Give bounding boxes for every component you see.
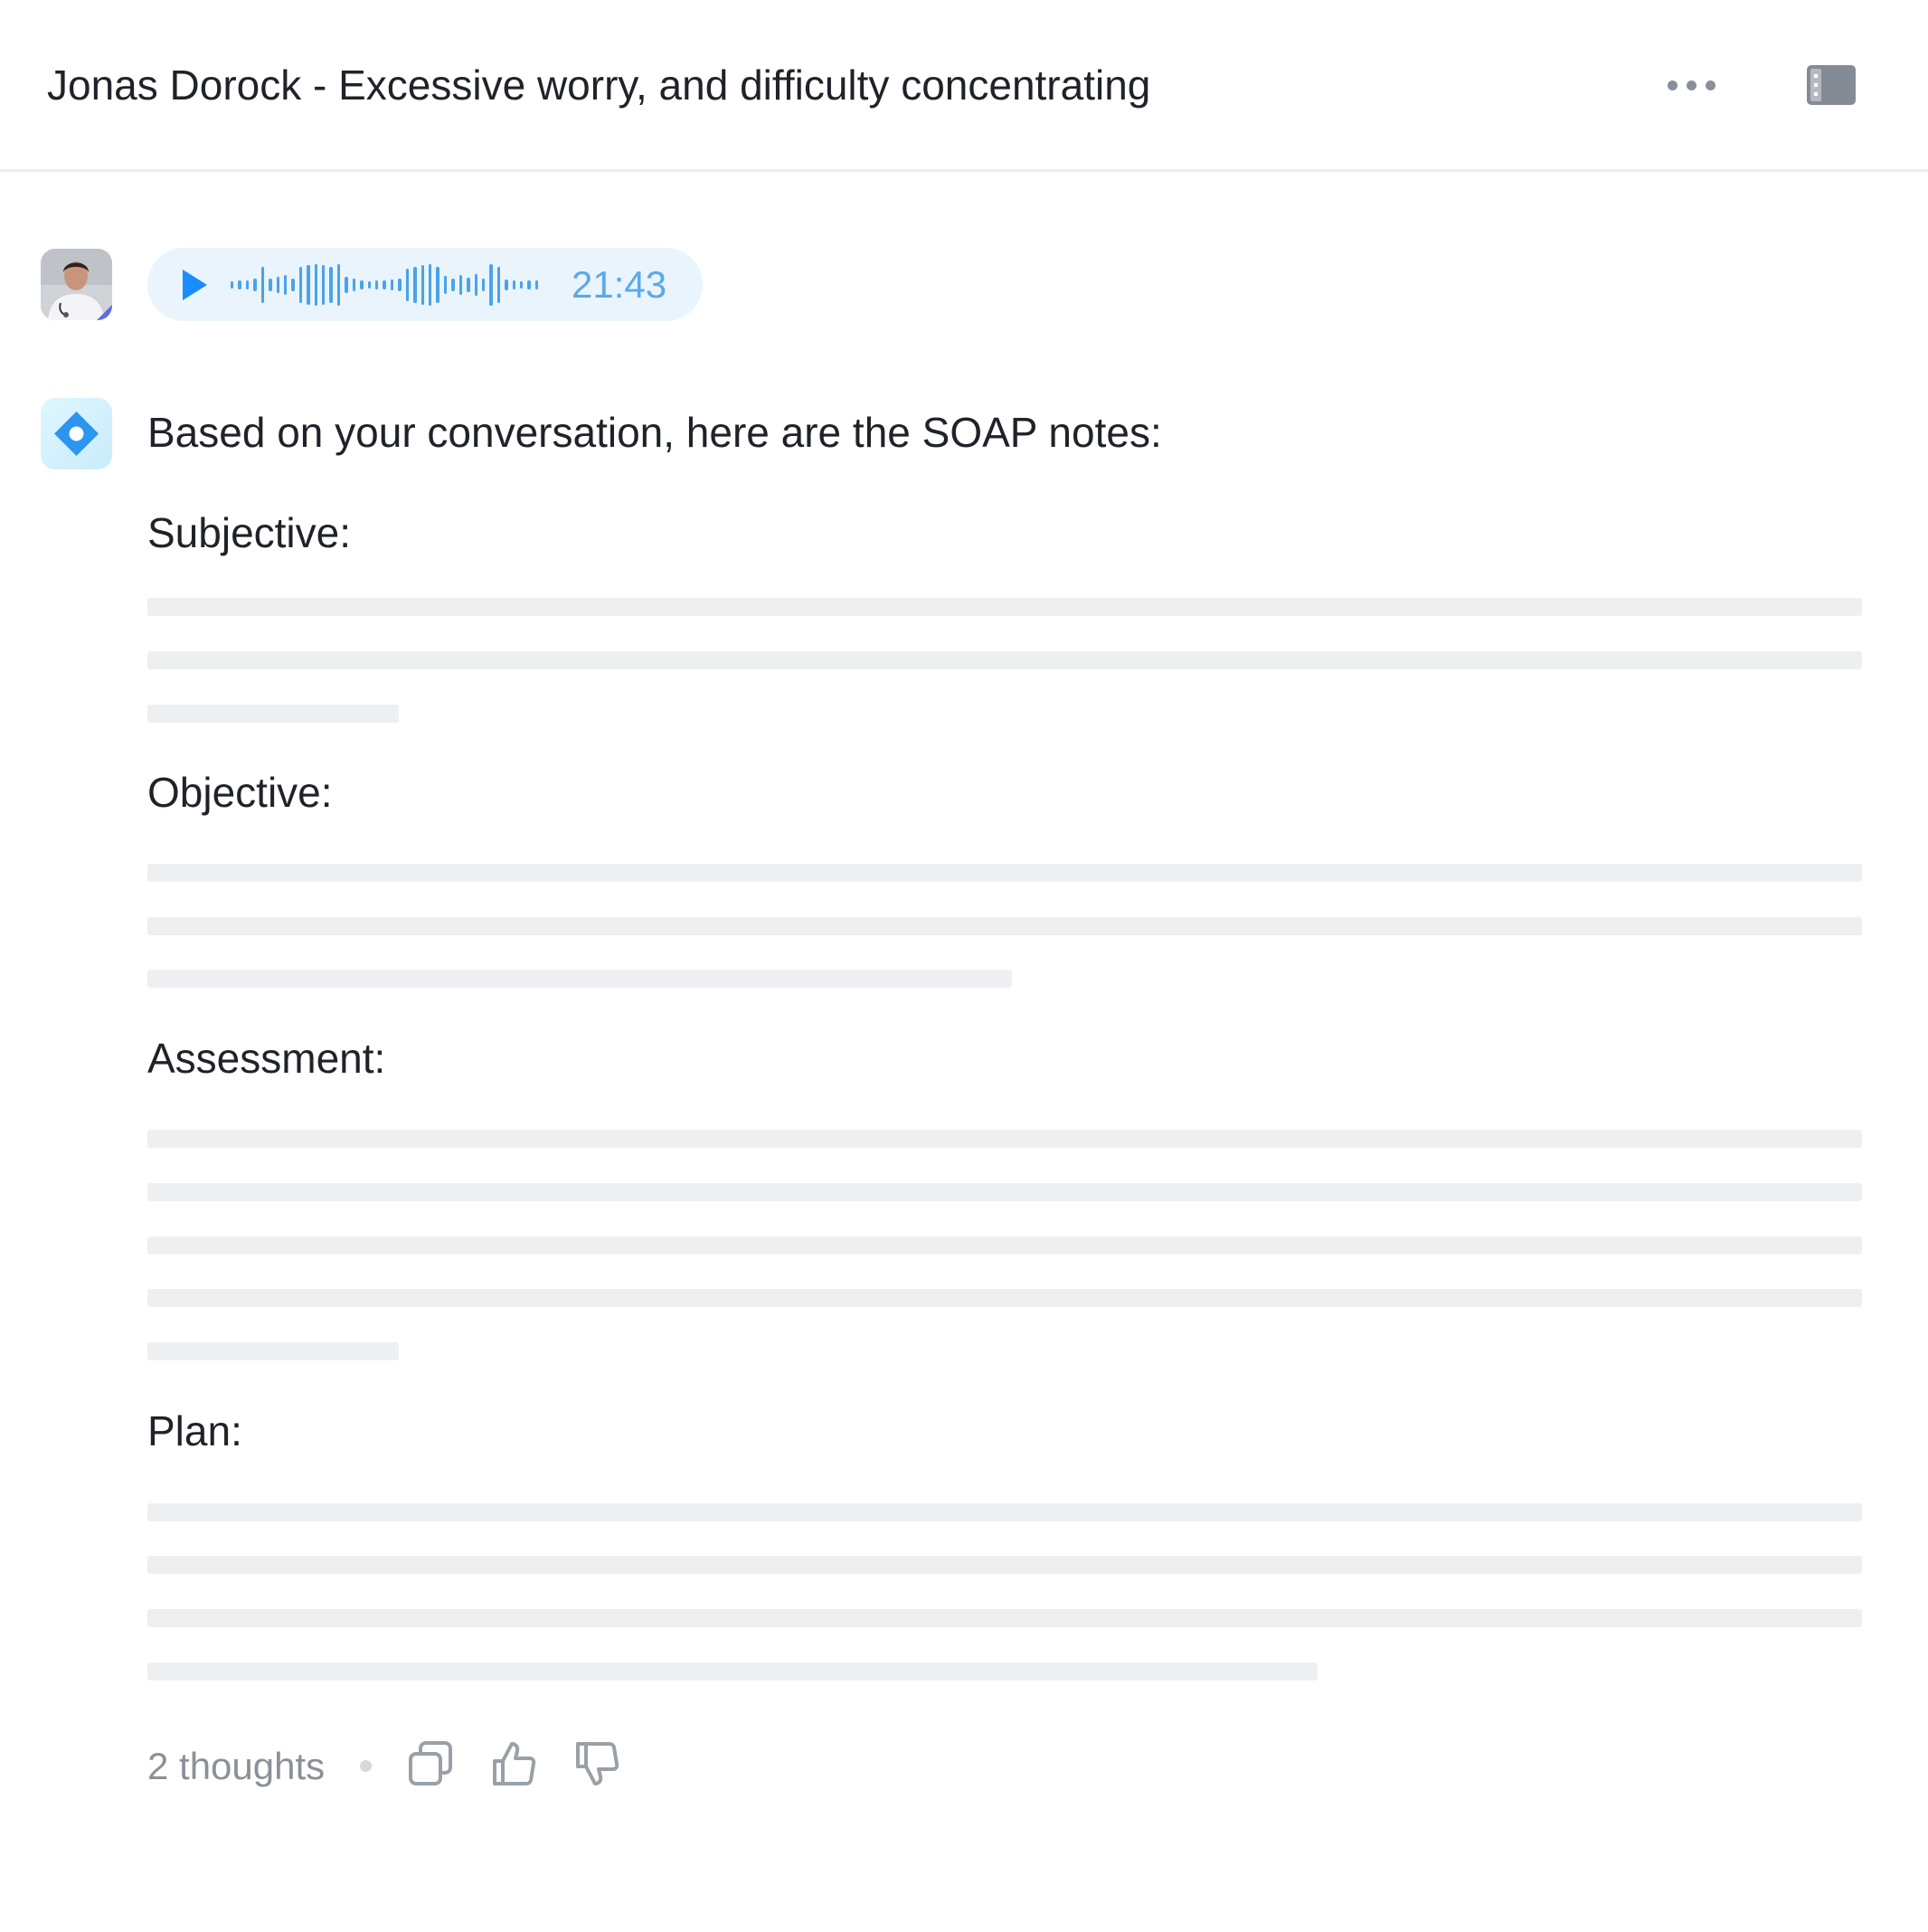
waveform-bar [283, 274, 288, 295]
waveform-bar [467, 277, 470, 292]
doctor-avatar-image [41, 249, 112, 320]
dislike-button[interactable] [572, 1738, 622, 1789]
skeleton-line [147, 917, 1862, 935]
more-dot [1705, 80, 1715, 90]
waveform-bar [367, 280, 372, 289]
waveform-bar [527, 279, 531, 289]
skeleton-line [147, 1609, 1862, 1627]
waveform-bar [260, 266, 265, 303]
waveform-bar [481, 278, 486, 291]
skeleton-line [147, 1503, 1862, 1521]
waveform-bar [360, 279, 364, 289]
soap-heading-plan: Plan: [147, 1407, 242, 1454]
audio-duration: 21:43 [572, 263, 667, 306]
waveform-bar [398, 278, 402, 291]
skeleton-line [147, 598, 1862, 616]
thoughts-toggle[interactable]: 2 thoughts [147, 1738, 325, 1795]
waveform-bar [505, 279, 508, 290]
user-avatar [41, 249, 112, 320]
play-button[interactable] [175, 266, 213, 304]
separator-dot [360, 1760, 372, 1772]
waveform-bar [489, 263, 493, 306]
skeleton-line [147, 1342, 399, 1360]
waveform-bar [253, 278, 257, 291]
waveform-bar [451, 278, 455, 291]
soap-heading-assessment: Assessment: [147, 1035, 386, 1082]
waveform-bar [443, 275, 448, 294]
assistant-logo-icon [54, 412, 99, 456]
waveform-bar [436, 266, 439, 303]
more-dot [1686, 80, 1696, 90]
waveform-bar [322, 264, 326, 305]
waveform-bar [496, 266, 501, 303]
waveform-bar [329, 266, 333, 303]
skeleton-line [147, 1183, 1862, 1201]
skeleton-line [147, 1130, 1862, 1148]
like-button[interactable] [488, 1738, 539, 1789]
audio-waveform[interactable] [231, 259, 539, 310]
header-bar: Jonas Dorock - Excessive worry, and diff… [0, 0, 1928, 172]
waveform-bar [269, 278, 272, 291]
waveform-bar [512, 279, 516, 289]
waveform-bar [314, 263, 318, 306]
sidebar-toggle-button[interactable] [1805, 63, 1857, 107]
skeleton-line [147, 1289, 1862, 1307]
waveform-bar [474, 273, 477, 296]
assistant-avatar [41, 398, 112, 469]
soap-heading-subjective: Subjective: [147, 509, 352, 556]
waveform-bar [421, 264, 424, 305]
waveform-bar [375, 279, 379, 289]
skeleton-line [147, 970, 1012, 988]
waveform-bar [276, 276, 279, 293]
waveform-bar [336, 263, 341, 306]
play-icon [183, 270, 207, 300]
waveform-bar [291, 278, 295, 291]
copy-button[interactable] [405, 1738, 456, 1789]
more-options-button[interactable] [1657, 60, 1725, 110]
waveform-bar [238, 279, 241, 289]
waveform-bar [383, 279, 386, 289]
skeleton-line [147, 1556, 1862, 1574]
waveform-bar [245, 279, 250, 289]
waveform-bar [352, 278, 356, 291]
waveform-bar [428, 263, 432, 306]
waveform-bar [520, 280, 524, 289]
waveform-bar [390, 279, 394, 290]
waveform-bar [307, 264, 310, 305]
skeleton-line [147, 1662, 1318, 1681]
more-horizontal-icon [1667, 80, 1678, 90]
soap-heading-objective: Objective: [147, 769, 333, 816]
skeleton-line [147, 705, 399, 723]
waveform-bar [534, 279, 539, 289]
assistant-intro-text: Based on your conversation, here are the… [147, 409, 1162, 456]
waveform-bar [345, 276, 348, 293]
waveform-bar [231, 280, 234, 289]
waveform-bar [458, 274, 463, 295]
waveform-bar [405, 268, 410, 301]
thumbs-up-icon [493, 1742, 536, 1785]
copy-icon [409, 1741, 452, 1785]
thumbs-down-icon [576, 1742, 619, 1785]
skeleton-line [147, 651, 1862, 669]
conversation-title: Jonas Dorock - Excessive worry, and diff… [47, 62, 1151, 109]
audio-message: 21:43 [147, 248, 703, 321]
skeleton-line [147, 864, 1862, 882]
sidebar-toggle-icon [1807, 65, 1856, 105]
waveform-bar [413, 266, 417, 303]
skeleton-line [147, 1236, 1862, 1255]
waveform-bar [298, 266, 303, 303]
